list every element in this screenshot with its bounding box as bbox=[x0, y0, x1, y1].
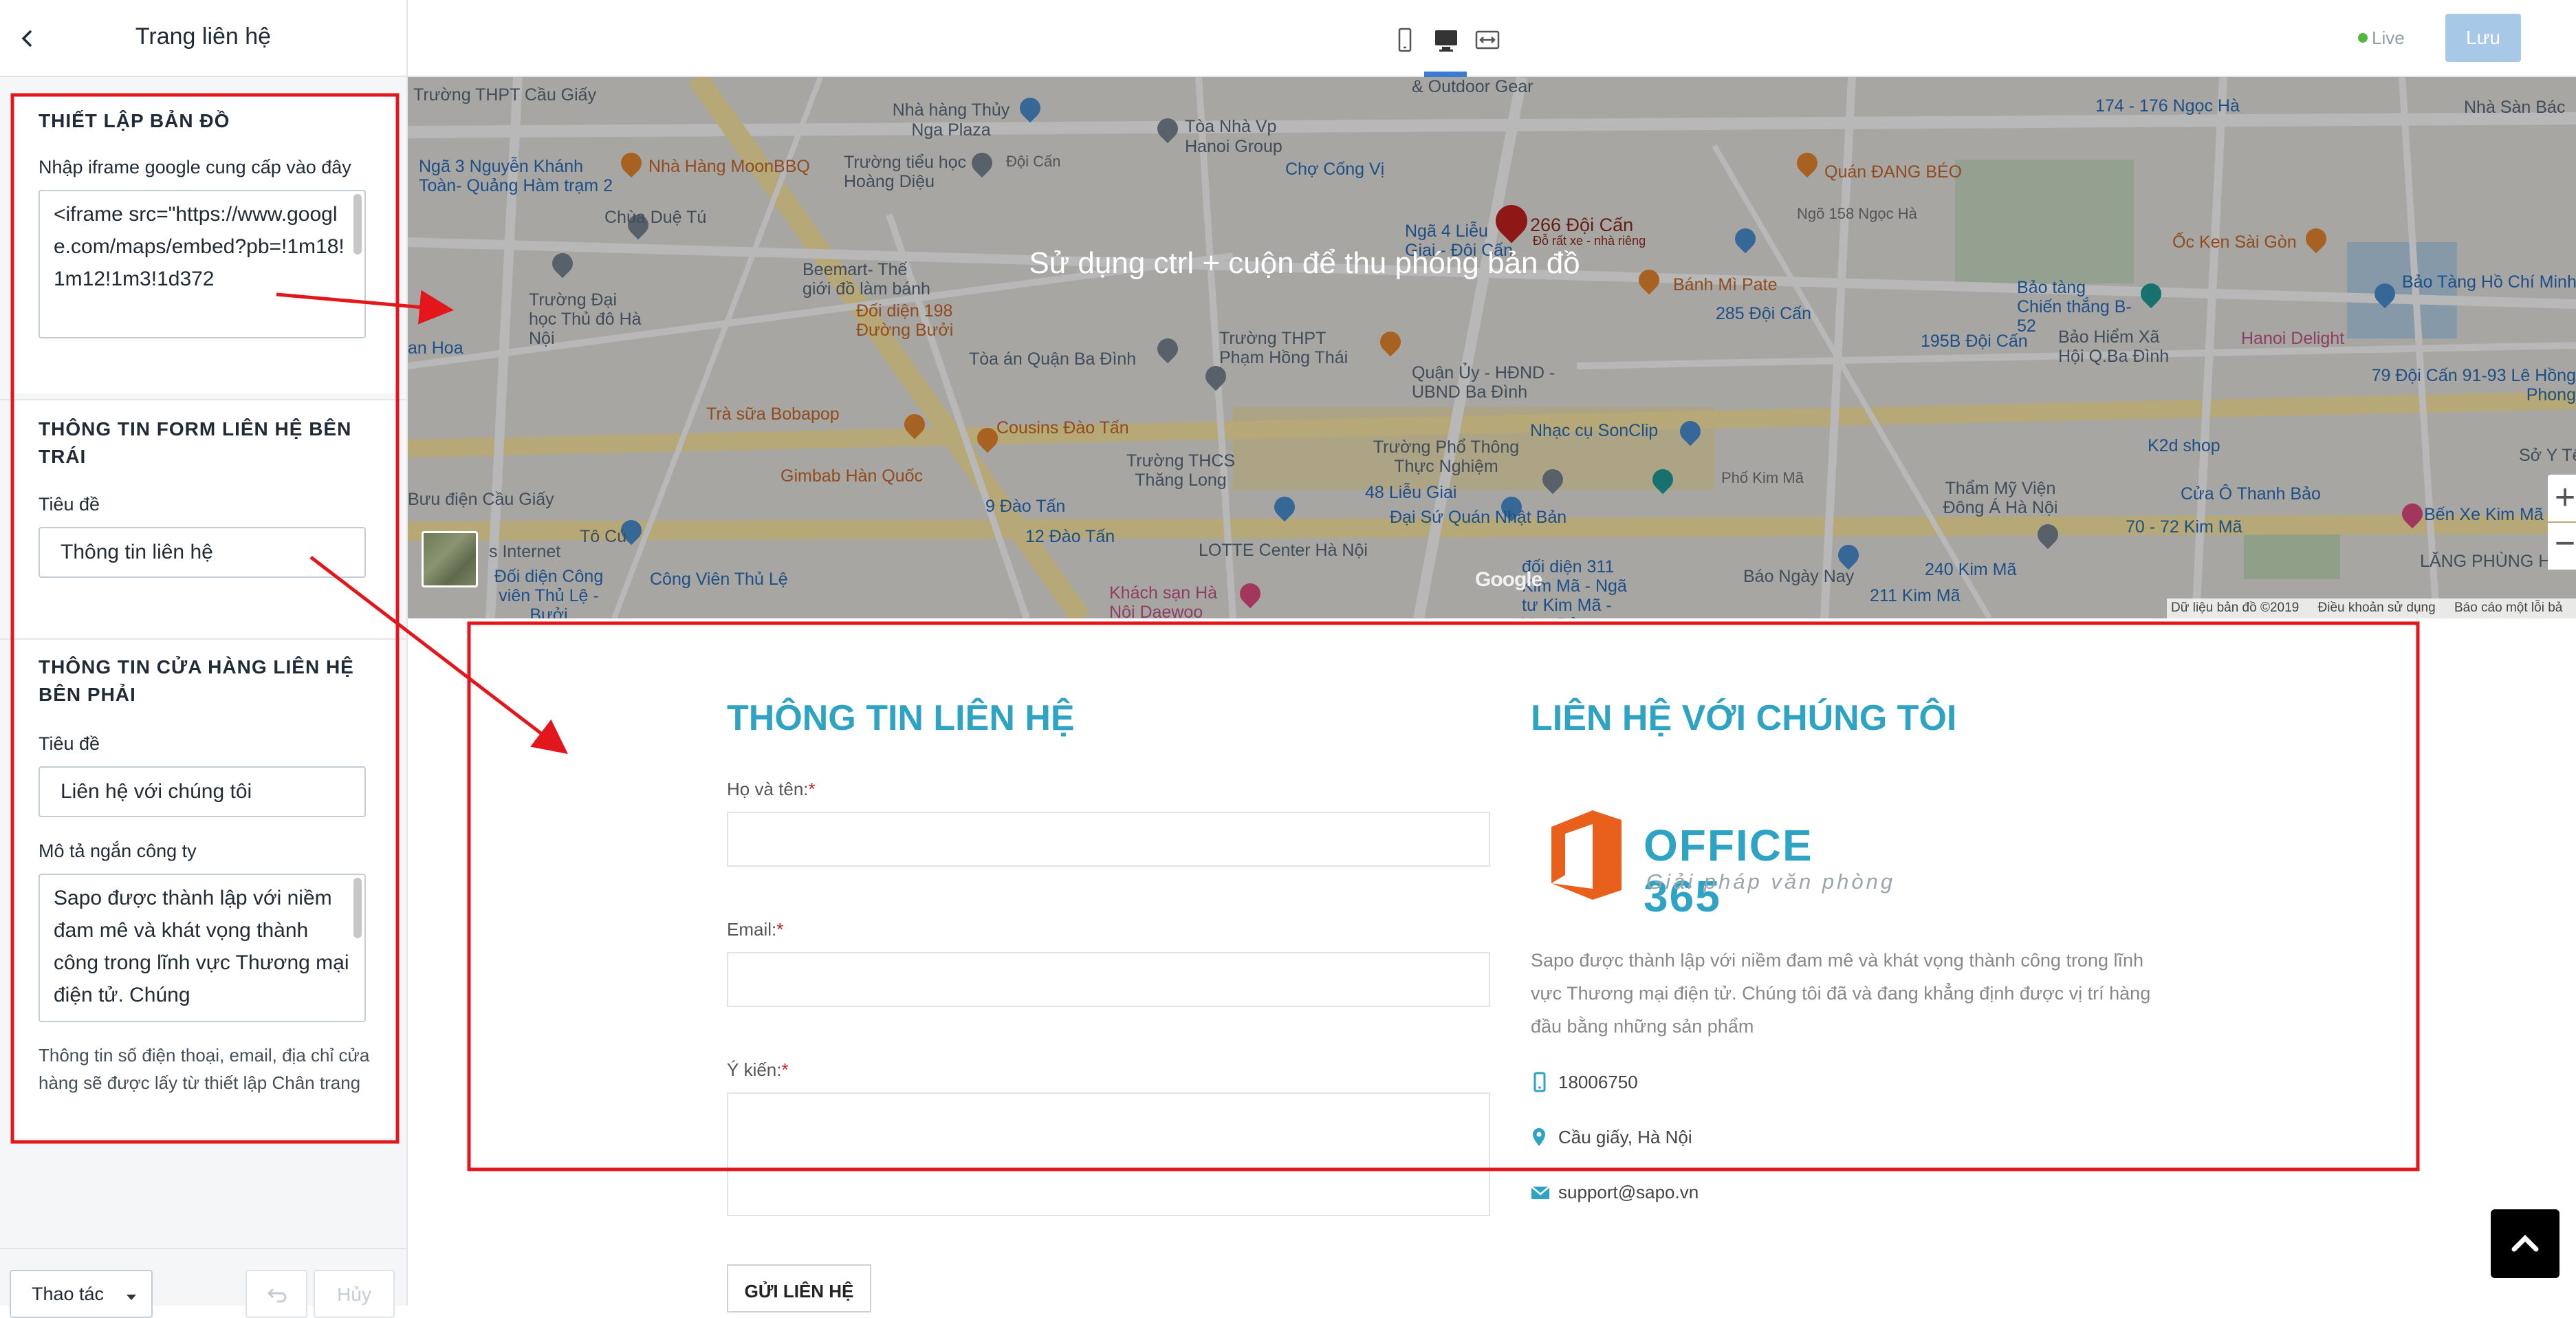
left-form-section: THÔNG TIN FORM LIÊN HỆ BÊN TRÁI Tiêu đề … bbox=[10, 400, 398, 638]
map-scroll-overlay bbox=[408, 77, 2576, 618]
map-section-title: THIẾT LẬP BẢN ĐỒ bbox=[39, 110, 230, 131]
undo-icon bbox=[267, 1288, 287, 1303]
cancel-button[interactable]: Hủy bbox=[314, 1270, 395, 1318]
right-title-label: Tiêu đề bbox=[39, 733, 100, 754]
iframe-label: Nhập iframe google cung cấp vào đây bbox=[39, 157, 351, 177]
satellite-toggle[interactable] bbox=[422, 531, 478, 587]
company-description: Sapo được thành lập với niềm đam mê và k… bbox=[1531, 950, 2151, 1037]
phone-number: 18006750 bbox=[1558, 1072, 1638, 1092]
comment-field[interactable] bbox=[727, 1092, 1490, 1216]
textarea-scrollbar[interactable] bbox=[353, 194, 362, 255]
actions-dropdown[interactable]: Thao tác bbox=[10, 1270, 153, 1318]
google-logo: Google bbox=[1475, 568, 1542, 591]
mobile-icon[interactable] bbox=[1391, 26, 1419, 54]
iframe-value: <iframe src="https://www.google.com/maps… bbox=[54, 203, 345, 290]
required-mark: * bbox=[781, 1059, 789, 1080]
report-error-link[interactable]: Báo cáo một lỗi bả bbox=[2454, 601, 2562, 615]
required-mark: * bbox=[776, 919, 784, 940]
map-marker-icon bbox=[1533, 1128, 1545, 1146]
map-data-credit: Dữ liệu bản đồ ©2019 bbox=[2171, 601, 2300, 615]
comment-label: Ý kiến:* bbox=[727, 1059, 789, 1081]
name-label: Họ và tên:* bbox=[727, 779, 816, 800]
scroll-to-top-button[interactable] bbox=[2491, 1209, 2559, 1278]
left-title-label: Tiêu đề bbox=[39, 494, 100, 515]
terms-link[interactable]: Điều khoản sử dụng bbox=[2318, 601, 2436, 615]
preview-toolbar: Live Lưu bbox=[408, 0, 2576, 77]
chevron-up-icon bbox=[2511, 1235, 2539, 1252]
left-form-section-title: THÔNG TIN FORM LIÊN HỆ BÊN TRÁI bbox=[39, 418, 352, 467]
sidebar-footer: Thao tác Hủy bbox=[0, 1248, 406, 1318]
company-desc-textarea[interactable]: Sapo được thành lập với niềm đam mê và k… bbox=[39, 874, 366, 1022]
live-label: Live bbox=[2372, 28, 2405, 48]
email-field[interactable] bbox=[727, 952, 1490, 1007]
company-desc-label: Mô tả ngắn công ty bbox=[39, 841, 197, 861]
left-title-input[interactable]: Thông tin liên hệ bbox=[39, 527, 366, 578]
live-status-dot bbox=[2358, 33, 2368, 43]
sidebar-header: Trang liên hệ bbox=[0, 0, 406, 77]
right-store-section: THÔNG TIN CỬA HÀNG LIÊN HỆ BÊN PHẢI Tiêu… bbox=[10, 640, 398, 1138]
map-zoom-hint: Sử dụng ctrl + cuộn để thu phóng bản đồ bbox=[1029, 246, 1580, 280]
contact-form-title: THÔNG TIN LIÊN HỆ bbox=[727, 698, 1075, 738]
phone-icon bbox=[1533, 1072, 1546, 1092]
envelope-icon bbox=[1531, 1186, 1550, 1199]
store-address: Cầu giấy, Hà Nội bbox=[1558, 1127, 1692, 1147]
google-map[interactable]: Trường THPT Cầu Giấy Nhà hàng Thủy Nga P… bbox=[408, 77, 2576, 618]
zoom-in-button[interactable]: + bbox=[2548, 475, 2576, 521]
desktop-icon[interactable] bbox=[1432, 26, 1460, 54]
name-field[interactable] bbox=[727, 812, 1490, 867]
logo-tagline: Giải pháp văn phòng bbox=[1646, 869, 1896, 894]
required-mark: * bbox=[808, 779, 816, 799]
office-logo-icon bbox=[1551, 810, 1622, 900]
caret-down-icon bbox=[127, 1295, 136, 1300]
textarea-scrollbar[interactable] bbox=[353, 878, 362, 938]
name-label-text: Họ và tên: bbox=[727, 779, 809, 799]
iframe-textarea[interactable]: <iframe src="https://www.google.com/maps… bbox=[39, 190, 366, 338]
right-title-input[interactable]: Liên hệ với chúng tôi bbox=[39, 766, 366, 817]
active-device-indicator bbox=[1424, 72, 1467, 77]
map-attribution: Dữ liệu bản đồ ©2019 Điều khoản sử dụng … bbox=[2167, 598, 2576, 618]
right-store-section-title: THÔNG TIN CỬA HÀNG LIÊN HỆ BÊN PHẢI bbox=[39, 656, 354, 705]
email-label-text: Email: bbox=[727, 919, 777, 940]
store-email[interactable]: support@sapo.vn bbox=[1558, 1182, 1699, 1203]
undo-button[interactable] bbox=[245, 1270, 307, 1318]
footer-info-help: Thông tin số điện thoại, email, địa chỉ … bbox=[39, 1045, 370, 1093]
fullwidth-icon[interactable] bbox=[1474, 26, 1501, 54]
save-button[interactable]: Lưu bbox=[2445, 14, 2521, 62]
email-label: Email:* bbox=[727, 919, 783, 940]
map-settings-section: THIẾT LẬP BẢN ĐỒ Nhập iframe google cung… bbox=[10, 96, 398, 393]
company-logo: OFFICE 365 Giải pháp văn phòng bbox=[1544, 806, 1902, 921]
comment-label-text: Ý kiến: bbox=[727, 1059, 782, 1080]
settings-sidebar: Trang liên hệ THIẾT LẬP BẢN ĐỒ Nhập ifra… bbox=[0, 0, 408, 1318]
store-info-title: LIÊN HỆ VỚI CHÚNG TÔI bbox=[1531, 698, 1957, 738]
zoom-out-button[interactable]: − bbox=[2548, 523, 2576, 570]
sidebar-title: Trang liên hệ bbox=[135, 23, 272, 50]
actions-label: Thao tác bbox=[32, 1284, 105, 1304]
company-desc-value: Sapo được thành lập với niềm đam mê và k… bbox=[54, 887, 349, 1006]
